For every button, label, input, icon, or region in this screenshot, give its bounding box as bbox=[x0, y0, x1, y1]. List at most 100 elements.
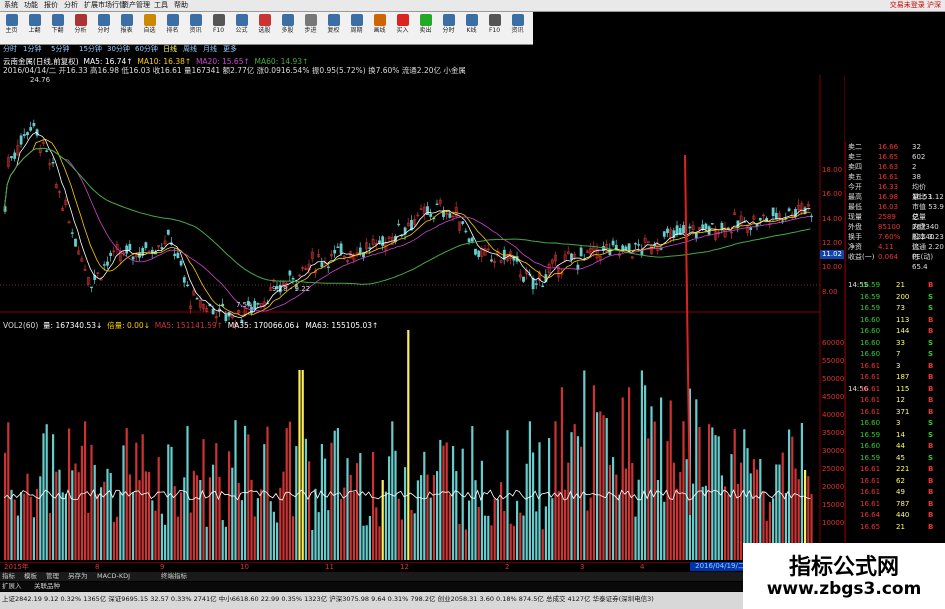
toolbar-button[interactable]: 报表 bbox=[117, 13, 136, 42]
login-status[interactable]: 交易未登录 沪深 bbox=[890, 0, 941, 11]
toolbar-button[interactable]: 资讯 bbox=[508, 13, 527, 42]
toolbar-button[interactable]: 步进 bbox=[301, 13, 320, 42]
candle-body bbox=[45, 150, 49, 152]
toolbar-button[interactable]: 多股 bbox=[278, 13, 297, 42]
menu-item[interactable]: 分析 bbox=[64, 0, 78, 11]
candle-body bbox=[758, 217, 762, 221]
toolbar-button[interactable]: 自选 bbox=[140, 13, 159, 42]
menu-item[interactable]: 功能 bbox=[24, 0, 38, 11]
quote-value: 4.11 bbox=[878, 243, 894, 251]
toolbar-button[interactable]: K线 bbox=[462, 13, 481, 42]
index-ticker: 上证2842.19 9.12 0.32% 1365亿 深证9695.15 32.… bbox=[2, 595, 654, 603]
period-tab[interactable]: 15分钟 bbox=[79, 45, 102, 54]
menu-item[interactable]: 扩展市场行情 bbox=[84, 0, 126, 11]
volume-bar bbox=[157, 457, 160, 560]
toolbar-button[interactable]: F10 bbox=[485, 13, 504, 42]
volume-bar bbox=[304, 438, 307, 560]
volume-bar bbox=[698, 427, 701, 560]
menu-item[interactable]: 报价 bbox=[44, 0, 58, 11]
watermark: 指标公式网 www.zbgs3.com bbox=[743, 543, 945, 609]
tick-price: 16.59 bbox=[860, 281, 881, 289]
candle-body bbox=[22, 134, 26, 136]
menu-item[interactable]: 帮助 bbox=[174, 0, 188, 11]
toolbar-button[interactable]: 周期 bbox=[347, 13, 366, 42]
kline-chart[interactable] bbox=[0, 75, 845, 560]
toolbar-button[interactable]: 分时 bbox=[94, 13, 113, 42]
toolbar-button[interactable]: 排名 bbox=[163, 13, 182, 42]
toolbar-button[interactable]: 分时 bbox=[439, 13, 458, 42]
volume-bar bbox=[343, 487, 346, 560]
tick-volume: 73 bbox=[896, 304, 905, 312]
watermark-title: 指标公式网 bbox=[788, 555, 899, 580]
volume-bar bbox=[439, 439, 442, 560]
quote-key: 最高 bbox=[848, 193, 862, 201]
menu-item[interactable]: 资产管理 bbox=[122, 0, 150, 11]
indicator-tab[interactable]: MACD-KDJ bbox=[97, 572, 130, 581]
date-label: 2 bbox=[505, 563, 510, 571]
volume-bar bbox=[368, 516, 371, 560]
period-tab[interactable]: 分时 bbox=[3, 45, 17, 54]
toolbar-button[interactable]: 卖出 bbox=[416, 13, 435, 42]
tick-row: 16.60 113 B bbox=[848, 315, 944, 325]
volume-axis-label: 45000 bbox=[822, 393, 845, 401]
volume-bar bbox=[48, 513, 51, 560]
quote-row: 今开 16.33 均价 16.53 bbox=[848, 182, 944, 201]
toolbar-button[interactable]: 上翻 bbox=[25, 13, 44, 42]
indicator-tab[interactable]: 管理 bbox=[46, 572, 59, 581]
tick-price: 16.60 bbox=[860, 350, 881, 358]
indicator-tab[interactable]: 另存为 bbox=[68, 572, 88, 581]
toolbar-button[interactable]: 资讯 bbox=[186, 13, 205, 42]
candle-body bbox=[90, 286, 93, 289]
volume-bar bbox=[608, 464, 611, 560]
volume-bar bbox=[375, 507, 378, 560]
candle-body bbox=[624, 246, 628, 251]
indicator-tab[interactable]: 终端指标 bbox=[161, 572, 187, 581]
volume-axis-label: 20000 bbox=[822, 483, 845, 491]
menu-item[interactable]: 系统 bbox=[4, 0, 18, 11]
tick-volume: 45 bbox=[896, 453, 905, 462]
tick-price: 16.60 bbox=[860, 442, 881, 450]
volume-bar bbox=[32, 517, 35, 560]
candle-body bbox=[426, 206, 429, 216]
volume-bar bbox=[183, 477, 186, 560]
indicator-tab[interactable]: 指标 bbox=[2, 572, 15, 581]
period-tab[interactable]: 60分钟 bbox=[135, 45, 158, 54]
price-axis-label: 18.00 bbox=[822, 166, 843, 174]
period-tab[interactable]: 更多 bbox=[223, 45, 237, 54]
period-tab[interactable]: 月线 bbox=[203, 45, 217, 54]
menu-item[interactable]: 工具 bbox=[154, 0, 168, 11]
candle-body bbox=[186, 284, 189, 287]
period-tab[interactable]: 30分钟 bbox=[107, 45, 130, 54]
volume-bar bbox=[660, 397, 663, 560]
toolbar-button[interactable]: 买入 bbox=[393, 13, 412, 42]
toolbar-button[interactable]: 下翻 bbox=[48, 13, 67, 42]
toolbar-button-label: K线 bbox=[466, 27, 477, 34]
tick-direction: B bbox=[928, 315, 934, 324]
toolbar-button[interactable]: 主页 bbox=[2, 13, 21, 42]
toolbar-button[interactable]: 选股 bbox=[255, 13, 274, 42]
volume-bar bbox=[151, 500, 154, 560]
toolbar-button[interactable]: 画线 bbox=[370, 13, 389, 42]
volume-bar bbox=[669, 400, 672, 560]
secondary-tab[interactable]: 关联品种 bbox=[34, 582, 60, 591]
volume-bar bbox=[13, 499, 16, 560]
volume-bar bbox=[679, 471, 682, 560]
candle-body bbox=[326, 266, 330, 269]
volume-bar bbox=[167, 444, 170, 560]
period-tab[interactable]: 1分钟 bbox=[23, 45, 41, 54]
toolbar-button[interactable]: 分析 bbox=[71, 13, 90, 42]
indicator-tab[interactable]: 模板 bbox=[24, 572, 37, 581]
tick-price: 16.61 bbox=[860, 361, 881, 370]
period-tab[interactable]: 日线 bbox=[163, 45, 177, 54]
volume-bar bbox=[650, 406, 653, 560]
quote-extra: 量比 1.12 bbox=[912, 193, 944, 201]
toolbar-button[interactable]: F10 bbox=[209, 13, 228, 42]
menu-bar: 系统 功能 报价 分析 扩展市场行情 资产管理 工具 帮助 bbox=[0, 0, 945, 12]
toolbar-button[interactable]: 复权 bbox=[324, 13, 343, 42]
toolbar-button[interactable]: 公式 bbox=[232, 13, 251, 42]
period-tab[interactable]: 5分钟 bbox=[51, 45, 69, 54]
secondary-tab[interactable]: 扩展入 bbox=[2, 582, 22, 591]
candle-body bbox=[666, 228, 669, 234]
period-tab[interactable]: 周线 bbox=[183, 45, 197, 54]
volume-bar bbox=[701, 486, 704, 560]
